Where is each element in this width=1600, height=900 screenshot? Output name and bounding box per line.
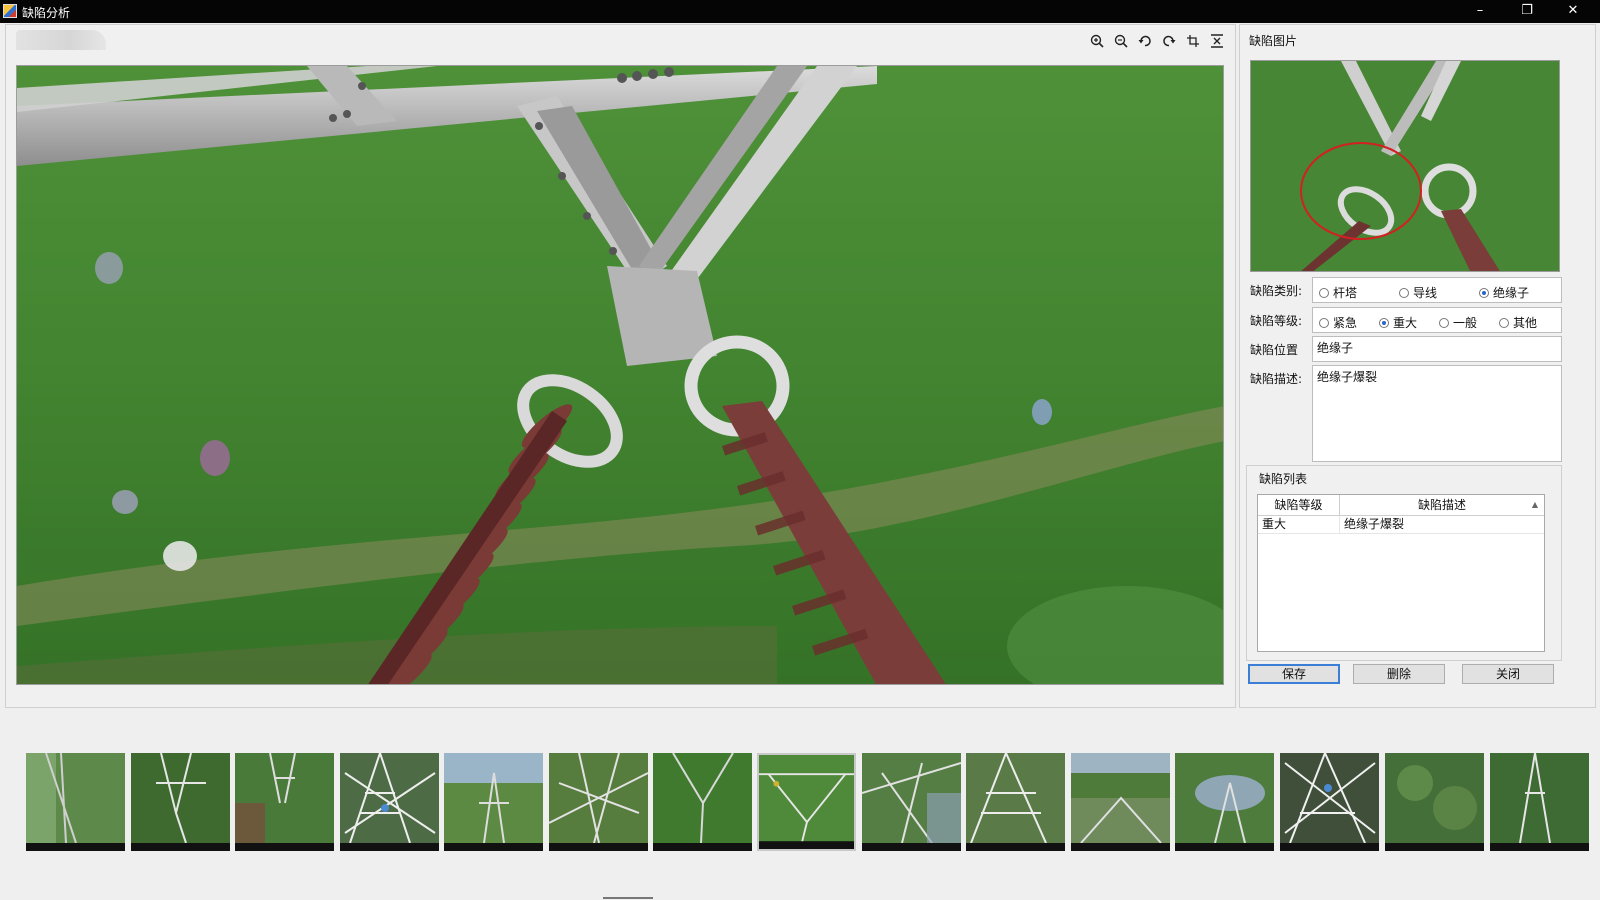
app-icon bbox=[3, 4, 17, 18]
thumbnail-item[interactable] bbox=[131, 753, 230, 851]
zoom-in-icon[interactable] bbox=[1087, 31, 1107, 51]
category-label: 缺陷类别: bbox=[1250, 284, 1303, 298]
cell-level: 重大 bbox=[1258, 516, 1340, 533]
thumbnail-item[interactable] bbox=[966, 753, 1065, 851]
level-row: 缺陷等级: 紧急 重大 一般 其他 bbox=[1250, 307, 1570, 333]
thumbnail-item[interactable] bbox=[1071, 753, 1170, 851]
radio-circle-icon bbox=[1439, 317, 1449, 328]
maximize-button[interactable]: ❐ bbox=[1504, 0, 1550, 23]
thumbnail-item[interactable] bbox=[862, 753, 961, 851]
category-option-tower[interactable]: 杆塔 bbox=[1319, 284, 1357, 301]
sort-arrow-icon: ▲ bbox=[1531, 500, 1538, 509]
fit-window-icon[interactable] bbox=[1207, 31, 1227, 51]
radio-selected-icon bbox=[1379, 317, 1389, 328]
rotate-right-icon[interactable] bbox=[1159, 31, 1179, 51]
preview-title: 缺陷图片 bbox=[1249, 34, 1298, 48]
position-row: 缺陷位置 绝缘子 bbox=[1250, 336, 1570, 362]
category-option-insulator[interactable]: 绝缘子 bbox=[1479, 284, 1529, 301]
delete-button[interactable]: 删除 bbox=[1353, 664, 1445, 684]
radio-selected-icon bbox=[1479, 287, 1489, 298]
minimize-button[interactable]: – bbox=[1457, 0, 1503, 23]
table-row[interactable]: 重大 绝缘子爆裂 bbox=[1258, 516, 1544, 534]
column-header-description[interactable]: 缺陷描述 ▲ bbox=[1340, 495, 1544, 515]
window-title: 缺陷分析 bbox=[22, 6, 71, 20]
description-label: 缺陷描述: bbox=[1250, 372, 1303, 386]
defect-info-panel: 缺陷图片 缺陷类别: 杆塔 导线 绝缘子 缺陷等级: 紧急 重大 一般 其他 缺… bbox=[1239, 24, 1596, 708]
thumbnail-item[interactable] bbox=[235, 753, 334, 851]
cell-description: 绝缘子爆裂 bbox=[1344, 517, 1405, 531]
defect-preview-image bbox=[1250, 60, 1560, 272]
level-option-major[interactable]: 重大 bbox=[1379, 314, 1417, 331]
thumbnail-item[interactable] bbox=[1280, 753, 1379, 851]
position-input[interactable]: 绝缘子 bbox=[1312, 336, 1562, 362]
image-toolbar bbox=[1087, 31, 1227, 53]
thumbnail-item[interactable] bbox=[653, 753, 752, 851]
radio-circle-icon bbox=[1319, 317, 1329, 328]
radio-circle-icon bbox=[1319, 287, 1329, 298]
thumbnail-filmstrip bbox=[0, 745, 1600, 857]
level-option-urgent[interactable]: 紧急 bbox=[1319, 314, 1357, 331]
level-radio-group: 紧急 重大 一般 其他 bbox=[1312, 307, 1562, 333]
thumbnail-item-selected[interactable] bbox=[757, 753, 856, 851]
rotate-left-icon[interactable] bbox=[1135, 31, 1155, 51]
category-option-conductor[interactable]: 导线 bbox=[1399, 284, 1437, 301]
scroll-indicator bbox=[603, 897, 653, 899]
thumbnail-item[interactable] bbox=[1385, 753, 1484, 851]
thumbnail-item[interactable] bbox=[444, 753, 543, 851]
title-bar: 缺陷分析 – ❐ ✕ bbox=[0, 0, 1600, 23]
thumbnail-item[interactable] bbox=[549, 753, 648, 851]
level-option-general[interactable]: 一般 bbox=[1439, 314, 1477, 331]
defect-list-table[interactable]: 缺陷等级 缺陷描述 ▲ 重大 绝缘子爆裂 bbox=[1257, 494, 1545, 652]
defect-list-group: 缺陷列表 缺陷等级 缺陷描述 ▲ 重大 绝缘子爆裂 bbox=[1246, 465, 1562, 661]
table-header: 缺陷等级 缺陷描述 ▲ bbox=[1258, 495, 1544, 516]
description-textarea[interactable]: 绝缘子爆裂 bbox=[1312, 365, 1562, 462]
crop-icon[interactable] bbox=[1183, 31, 1203, 51]
radio-circle-icon bbox=[1499, 317, 1509, 328]
image-viewer-panel bbox=[5, 24, 1236, 708]
image-tab[interactable] bbox=[16, 30, 106, 50]
main-defect-image[interactable] bbox=[16, 65, 1224, 685]
defect-list-title: 缺陷列表 bbox=[1259, 472, 1308, 486]
zoom-out-icon[interactable] bbox=[1111, 31, 1131, 51]
position-label: 缺陷位置 bbox=[1250, 343, 1299, 357]
category-radio-group: 杆塔 导线 绝缘子 bbox=[1312, 277, 1562, 303]
save-button[interactable]: 保存 bbox=[1248, 664, 1340, 684]
category-row: 缺陷类别: 杆塔 导线 绝缘子 bbox=[1250, 277, 1570, 303]
level-label: 缺陷等级: bbox=[1250, 314, 1303, 328]
thumbnail-item[interactable] bbox=[26, 753, 125, 851]
thumbnail-item[interactable] bbox=[340, 753, 439, 851]
thumbnail-item[interactable] bbox=[1175, 753, 1274, 851]
thumbnail-item[interactable] bbox=[1490, 753, 1589, 851]
level-option-other[interactable]: 其他 bbox=[1499, 314, 1537, 331]
close-button[interactable]: 关闭 bbox=[1462, 664, 1554, 684]
column-header-level[interactable]: 缺陷等级 bbox=[1258, 495, 1340, 515]
radio-circle-icon bbox=[1399, 287, 1409, 298]
close-window-button[interactable]: ✕ bbox=[1550, 0, 1596, 23]
